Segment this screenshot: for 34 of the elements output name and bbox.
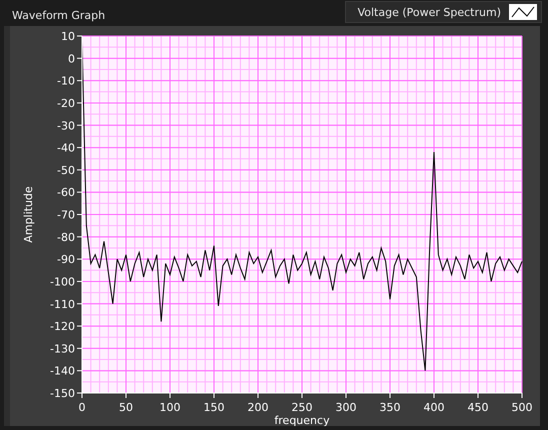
x-axis-title: frequency: [274, 414, 330, 426]
y-tick-label: -90: [57, 253, 75, 266]
y-tick-label: -110: [50, 298, 75, 311]
y-tick-label: 0: [68, 52, 75, 66]
x-tick-label: 350: [380, 401, 400, 414]
y-axis-title: Amplitude: [22, 186, 35, 243]
legend-label: Voltage (Power Spectrum): [358, 6, 501, 18]
y-tick-label: -80: [57, 230, 75, 244]
line-style-icon: [509, 4, 537, 20]
x-tick-label: 400: [424, 401, 444, 414]
x-tick-label: 0: [78, 401, 86, 414]
x-tick-label: 50: [119, 401, 133, 414]
y-tick-label: -120: [50, 320, 75, 334]
plot-legend[interactable]: Voltage (Power Spectrum): [344, 1, 542, 23]
y-tick-label: -20: [57, 96, 75, 110]
x-tick-label: 450: [468, 401, 488, 414]
y-tick-label: -50: [57, 164, 75, 177]
x-tick-label: 200: [248, 401, 268, 414]
y-tick-label: -130: [50, 342, 75, 356]
x-tick-label: 250: [292, 401, 312, 414]
y-tick-label: 10: [61, 30, 75, 43]
x-tick-label: 100: [160, 401, 180, 414]
y-tick-label: -60: [57, 186, 75, 200]
y-tick-label: -150: [50, 387, 75, 400]
graph-title: Waveform Graph: [12, 9, 106, 24]
y-tick-label: -140: [50, 364, 75, 378]
y-tick-label: -10: [57, 74, 75, 88]
y-tick-label: -70: [57, 208, 75, 222]
x-tick-label: 500: [512, 401, 532, 414]
y-tick-label: -30: [57, 119, 75, 132]
x-tick-label: 150: [204, 401, 224, 414]
y-tick-label: -40: [57, 142, 75, 155]
y-tick-label: -100: [50, 275, 75, 288]
x-tick-label: 300: [336, 401, 356, 414]
